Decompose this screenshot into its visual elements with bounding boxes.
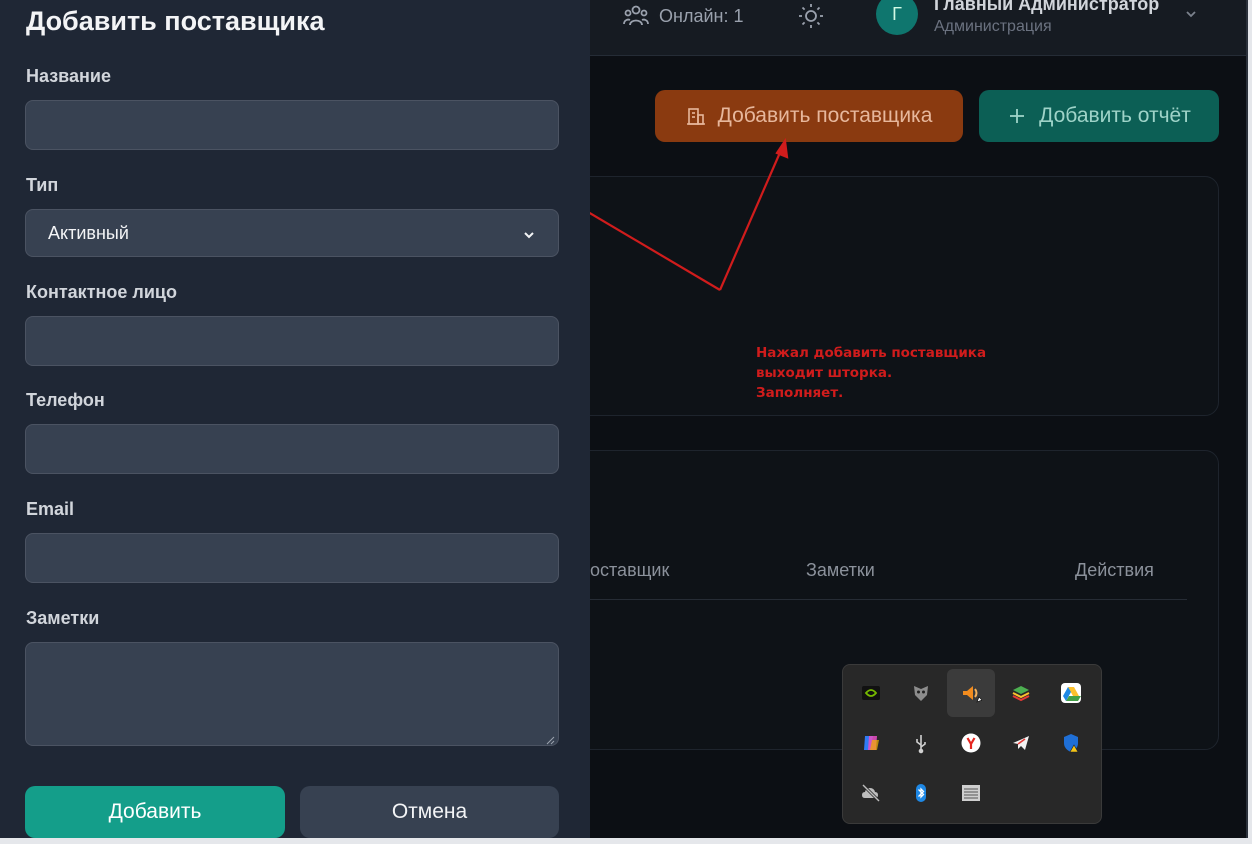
annotation-note: Нажал добавить поставщика выходит шторка… [756,343,986,403]
chevron-down-icon [522,226,536,240]
gamer-mask-icon[interactable] [897,669,945,717]
phone-input[interactable] [25,424,559,474]
table-header-supplier[interactable]: оставщик [590,560,669,581]
notes-label: Заметки [26,608,100,628]
system-tray-overflow [842,664,1102,824]
window-edge-bottom [0,838,1252,844]
chevron-down-icon[interactable] [1183,6,1199,22]
annotation-line: выходит шторка. [756,365,893,381]
submit-add-button[interactable]: Добавить [25,786,285,838]
yandex-browser-icon[interactable] [947,719,995,767]
contact-input[interactable] [25,316,559,366]
telegram-icon[interactable] [997,719,1045,767]
add-supplier-button[interactable]: Добавить поставщика [655,90,963,142]
phone-label: Телефон [26,390,105,410]
add-supplier-drawer: Добавить поставщика Название Тип Активны… [0,0,590,838]
annotation-line: Нажал добавить поставщика [756,345,987,361]
add-report-button[interactable]: Добавить отчёт [979,90,1219,142]
annotation-line: Заполняет. [756,385,844,401]
plus-icon [1007,106,1027,126]
contact-label: Контактное лицо [26,282,177,302]
table-header-actions: Действия [1075,560,1154,580]
drawer-title: Добавить поставщика [26,6,325,36]
email-input[interactable] [25,533,559,583]
audio-app-icon[interactable] [947,669,995,717]
table-header-notes[interactable]: Заметки [806,560,875,581]
nvidia-icon[interactable] [847,669,895,717]
user-role: Администрация [934,18,1052,35]
building-icon [686,106,706,126]
name-input[interactable] [25,100,559,150]
name-label: Название [26,66,111,86]
copilot-icon[interactable] [847,719,895,767]
type-label: Тип [26,175,59,195]
add-report-label: Добавить отчёт [1039,104,1191,127]
google-drive-icon[interactable] [1047,669,1095,717]
cloud-offline-icon[interactable] [847,769,895,817]
bluestacks-icon[interactable] [997,669,1045,717]
table-header-divider [590,599,1187,600]
type-select[interactable]: Активный [25,209,559,257]
type-select-value: Активный [48,222,129,243]
online-count: Онлайн: 1 [659,5,744,26]
window-edge-right [1248,0,1252,840]
online-indicator: Онлайн: 1 [623,5,743,27]
resize-handle-icon[interactable] [545,732,555,745]
sun-icon[interactable] [797,2,825,30]
user-name[interactable]: Главный Администратор [934,0,1159,15]
arrowhead-up [775,137,789,159]
usb-icon[interactable] [897,719,945,767]
users-icon [623,5,649,27]
windows-security-warning-icon[interactable] [1047,719,1095,767]
cancel-button[interactable]: Отмена [300,786,559,838]
add-supplier-label: Добавить поставщика [717,104,933,127]
touch-keyboard-icon[interactable] [947,769,995,817]
notes-textarea[interactable] [25,642,559,746]
email-label: Email [26,499,75,519]
bluetooth-icon[interactable] [897,769,945,817]
